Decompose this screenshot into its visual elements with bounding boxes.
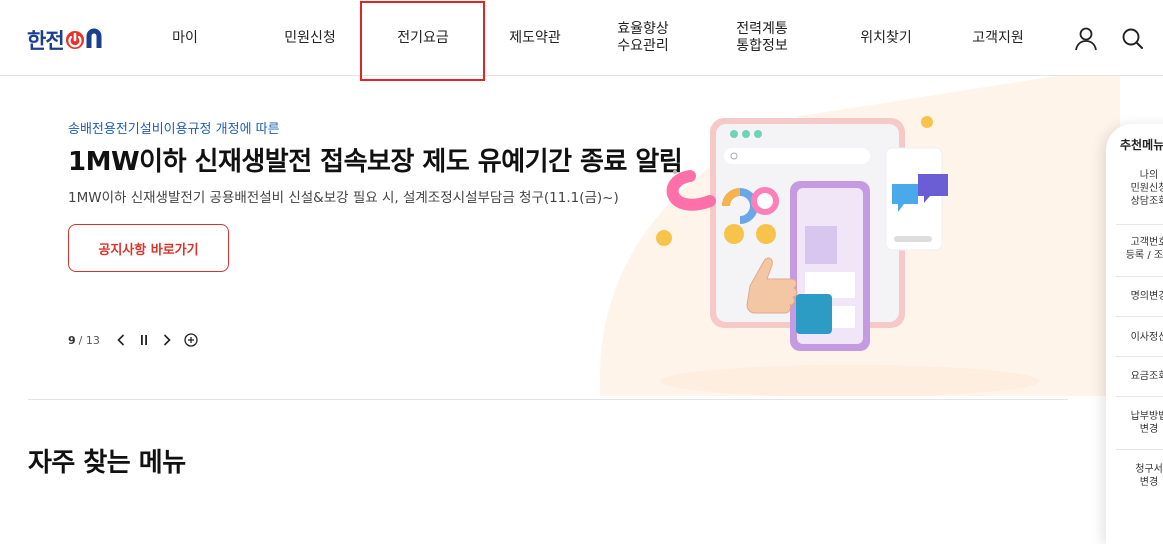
recommend-item-name-change[interactable]: 명의변경	[1106, 290, 1163, 303]
highlight-box	[360, 1, 485, 81]
nav-label: 제도약관	[509, 29, 561, 46]
panel-divider	[1116, 396, 1163, 397]
nav-label: 민원신청	[284, 29, 336, 46]
expand-plus-icon[interactable]	[184, 332, 198, 348]
recommended-menu-title: 추천메뉴	[1120, 138, 1163, 152]
slider-pager: 9 / 13	[68, 331, 198, 349]
section-divider	[28, 399, 1068, 400]
nav-item-location[interactable]: 위치찾기	[841, 0, 931, 76]
nav-item-civil-request[interactable]: 민원신청	[265, 0, 355, 76]
nav-label: 효율향상 수요관리	[617, 21, 669, 54]
recommend-item-payment-method[interactable]: 납부방법 변경	[1106, 410, 1163, 436]
pause-icon[interactable]	[138, 332, 150, 348]
nav-item-terms[interactable]: 제도약관	[490, 0, 580, 76]
notice-link-button[interactable]: 공지사항 바로가기	[68, 224, 229, 272]
logo-text: 한전	[27, 29, 65, 53]
panel-divider	[1116, 316, 1163, 317]
logo-on-mark	[65, 28, 102, 49]
pager-total: / 13	[78, 333, 100, 347]
kepco-on-logo[interactable]: 한전	[27, 26, 124, 54]
hero-subtitle: 송배전용전기설비이용규정 개정에 따른	[68, 122, 280, 137]
search-icon[interactable]	[1120, 26, 1146, 52]
pager-current: 9	[68, 333, 76, 347]
hero-title: 1MW이하 신재생발전 접속보장 제도 유예기간 종료 알림	[68, 147, 683, 177]
nav-item-support[interactable]: 고객지원	[953, 0, 1043, 76]
nav-label: 마이	[172, 29, 198, 46]
panel-divider	[1116, 276, 1163, 277]
nav-item-grid-info[interactable]: 전력계통 통합정보	[717, 0, 807, 76]
hero-description: 1MW이하 신재생발전기 공용배전설비 신설&보강 필요 시, 설계조정시설부담…	[68, 190, 619, 206]
recommended-menu-panel: 추천메뉴 나의 민원신청 상담조회 고객번호 등록 / 조회 명의변경 이사정산…	[1106, 124, 1163, 544]
hero-illustration	[600, 76, 1120, 396]
frequent-menu-title: 자주 찾는 메뉴	[28, 448, 186, 478]
panel-divider	[1116, 356, 1163, 357]
nav-label: 위치찾기	[860, 29, 912, 46]
panel-divider	[1116, 449, 1163, 450]
user-icon[interactable]	[1073, 26, 1099, 52]
recommend-item-rate-inquiry[interactable]: 요금조회	[1106, 370, 1163, 383]
next-arrow-icon[interactable]	[161, 332, 173, 348]
nav-item-my[interactable]: 마이	[145, 0, 225, 76]
nav-label: 전력계통 통합정보	[736, 21, 788, 54]
recommend-item-customer-number[interactable]: 고객번호 등록 / 조회	[1106, 236, 1163, 262]
nav-label: 고객지원	[972, 29, 1024, 46]
nav-item-efficiency[interactable]: 효율향상 수요관리	[598, 0, 688, 76]
prev-arrow-icon[interactable]	[115, 332, 127, 348]
panel-divider	[1116, 224, 1163, 225]
recommend-item-bill-change[interactable]: 청구서 변경	[1106, 463, 1163, 489]
recommend-item-my-request[interactable]: 나의 민원신청 상담조회	[1106, 169, 1163, 208]
recommend-item-moving-settlement[interactable]: 이사정산	[1106, 331, 1163, 344]
site-header: 한전 마이 민원신청 전기요금 제도약관 효율향상 수요관리 전력계통 통합정보…	[0, 0, 1163, 76]
